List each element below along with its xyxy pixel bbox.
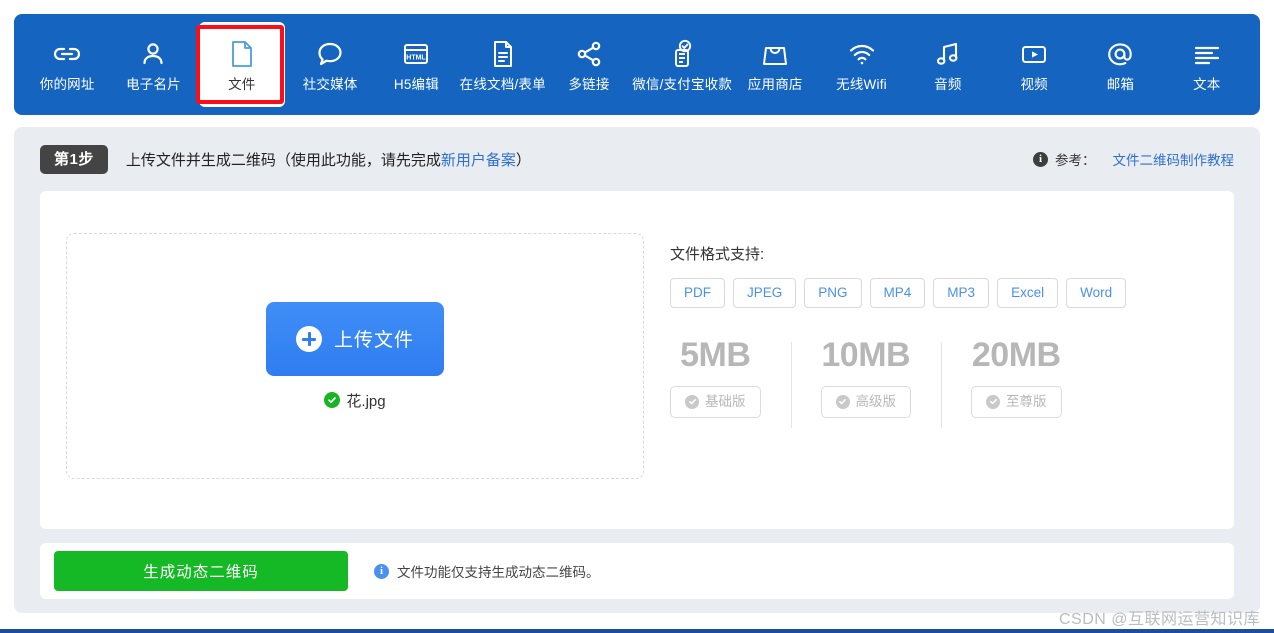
nav-item-label: 邮箱 (1106, 77, 1135, 93)
nav-item-business-card[interactable]: 电子名片 (110, 22, 196, 107)
file-dropzone[interactable]: 上传文件 花.jpg (66, 233, 644, 479)
nav-item-email[interactable]: 邮箱 (1077, 22, 1163, 107)
nav-item-label: 电子名片 (126, 77, 181, 93)
nav-item-label: 多链接 (568, 77, 610, 93)
nav-item-file[interactable]: 文件 (198, 22, 285, 107)
nav-item-label: 文件 (228, 77, 256, 93)
action-note-text: 文件功能仅支持生成动态二维码。 (397, 565, 600, 580)
nav-item-your-url[interactable]: 你的网址 (24, 22, 110, 107)
step-title-text: 上传文件并生成二维码（使用此功能，请先完成 (125, 151, 441, 169)
tier-size: 20MB (971, 335, 1061, 374)
info-icon: i (374, 563, 389, 579)
content-card: 第1步 上传文件并生成二维码（使用此功能，请先完成新用户备案） i 参考： 文件… (14, 127, 1260, 613)
plan-tier-row: 5MB 基础版 10MB 高级版 20MB 至尊版 (670, 335, 1126, 428)
app-page: 你的网址 电子名片 文件 社交媒体 HTML H5编辑 在线文档/表单 多链接 … (0, 0, 1274, 633)
tier-plan-label: 至尊版 (1006, 393, 1047, 409)
payment-check-icon (665, 37, 699, 71)
music-note-icon (931, 37, 965, 71)
check-circle-icon (685, 394, 699, 409)
format-chip-row: PDF JPEG PNG MP4 MP3 Excel Word (670, 278, 1127, 308)
uploaded-file-row: 花.jpg (324, 390, 386, 411)
nav-item-online-doc-form[interactable]: 在线文档/表单 (460, 22, 546, 107)
watermark: CSDN @互联网运营知识库 (1058, 611, 1260, 628)
format-support-title: 文件格式支持: (670, 246, 765, 263)
tier-plan-label: 基础版 (705, 393, 746, 409)
step-title: 上传文件并生成二维码（使用此功能，请先完成新用户备案） (126, 149, 531, 170)
upload-column: 上传文件 花.jpg (40, 191, 670, 479)
main-panel: 上传文件 花.jpg 文件格式支持: PDF JPEG PNG MP4 MP3 … (40, 191, 1234, 529)
category-navbar: 你的网址 电子名片 文件 社交媒体 HTML H5编辑 在线文档/表单 多链接 … (14, 14, 1260, 115)
check-circle-icon (986, 394, 1000, 409)
nav-item-label: 视频 (1020, 77, 1048, 93)
nav-item-multi-link[interactable]: 多链接 (546, 22, 632, 107)
check-circle-icon (835, 394, 850, 409)
nav-item-text[interactable]: 文本 (1164, 22, 1250, 107)
plan-tier: 20MB 至尊版 (941, 335, 1092, 428)
tutorial-link[interactable]: 文件二维码制作教程 (1113, 149, 1235, 169)
nav-item-label: H5编辑 (393, 77, 439, 93)
nav-item-h5-editor[interactable]: HTML H5编辑 (373, 22, 459, 107)
nav-item-label: 你的网址 (39, 77, 95, 93)
tier-size: 10MB (821, 335, 911, 374)
bottom-strip (0, 629, 1274, 633)
document-lines-icon (486, 37, 520, 71)
format-chip[interactable]: PNG (804, 278, 862, 308)
format-chip[interactable]: JPEG (733, 278, 797, 308)
video-play-icon (1017, 37, 1051, 71)
nav-item-video[interactable]: 视频 (991, 22, 1077, 107)
nav-item-wifi[interactable]: 无线Wifi (818, 22, 904, 107)
svg-text:HTML: HTML (407, 55, 427, 62)
action-note: i 文件功能仅支持生成动态二维码。 (374, 561, 600, 581)
step-title-suffix: ） (515, 151, 531, 169)
format-chip[interactable]: MP3 (933, 278, 990, 308)
nav-item-audio[interactable]: 音频 (905, 22, 991, 107)
upload-button-label: 上传文件 (333, 330, 414, 351)
tier-size: 5MB (680, 335, 751, 374)
nav-item-label: 应用商店 (747, 77, 803, 93)
nav-item-wechat-alipay-payment[interactable]: 微信/支付宝收款 (632, 22, 732, 107)
nav-item-label: 社交媒体 (302, 77, 358, 93)
uploaded-file-name: 花.jpg (346, 392, 386, 410)
format-chip[interactable]: PDF (670, 278, 725, 308)
tier-plan-button[interactable]: 高级版 (820, 385, 911, 418)
tier-plan-label: 高级版 (855, 393, 897, 409)
action-bar: 生成动态二维码 i 文件功能仅支持生成动态二维码。 (40, 543, 1234, 599)
nav-item-label: 在线文档/表单 (459, 77, 546, 93)
plus-icon (295, 325, 322, 352)
nav-item-app-store[interactable]: 应用商店 (732, 22, 818, 107)
nav-item-social-media[interactable]: 社交媒体 (287, 22, 373, 107)
at-sign-icon (1103, 37, 1137, 71)
format-chip[interactable]: Excel (997, 278, 1059, 308)
step-badge: 第1步 (40, 144, 108, 174)
tier-plan-button[interactable]: 基础版 (670, 385, 761, 418)
check-circle-icon (324, 392, 341, 408)
shopping-bag-icon (758, 37, 792, 71)
html-page-icon: HTML (399, 37, 433, 71)
nav-item-label: 文本 (1193, 77, 1221, 93)
format-info-column: 文件格式支持: PDF JPEG PNG MP4 MP3 Excel Word … (670, 191, 1127, 428)
wifi-icon (845, 37, 879, 71)
link-icon (50, 37, 84, 71)
plan-tier: 5MB 基础版 (670, 338, 791, 418)
person-icon (136, 37, 170, 71)
generate-dynamic-qrcode-button[interactable]: 生成动态二维码 (54, 551, 348, 591)
format-chip[interactable]: Word (1066, 278, 1127, 308)
file-icon (225, 37, 259, 71)
info-icon: i (1033, 151, 1048, 167)
nav-item-label: 音频 (934, 77, 962, 93)
share-nodes-icon (572, 37, 606, 71)
nav-item-label: 无线Wifi (836, 77, 887, 93)
format-chip[interactable]: MP4 (869, 278, 926, 308)
plan-tier: 10MB 高级版 (790, 335, 942, 428)
chat-bubble-icon (313, 37, 347, 71)
text-lines-icon (1190, 37, 1224, 71)
reference-label: 参考： (1055, 153, 1096, 168)
upload-file-button[interactable]: 上传文件 (266, 301, 444, 376)
new-user-filing-link[interactable]: 新用户备案 (441, 152, 516, 169)
tier-plan-button[interactable]: 至尊版 (971, 385, 1062, 418)
step-header: 第1步 上传文件并生成二维码（使用此功能，请先完成新用户备案） i 参考： 文件… (14, 127, 1260, 191)
nav-item-label: 微信/支付宝收款 (632, 77, 733, 93)
reference-area: i 参考： 文件二维码制作教程 (1033, 149, 1234, 169)
